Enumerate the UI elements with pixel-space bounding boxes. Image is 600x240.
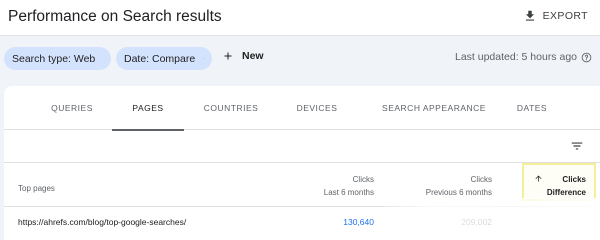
download-icon	[525, 10, 534, 21]
tab-devices[interactable]: DEVICES	[286, 86, 348, 130]
search-type-chip[interactable]: Search type: Web	[4, 47, 111, 70]
date-label: Date: Compare	[124, 52, 196, 65]
last-updated-text: Last updated: 5 hours ago	[454, 51, 577, 63]
column-header-top-pages[interactable]: Top pages	[18, 184, 55, 193]
page-url[interactable]: https://ahrefs.com/blog/top-google-searc…	[18, 217, 186, 227]
column-header-clicks-previous[interactable]: Clicks Previous 6 months	[426, 173, 492, 199]
export-label: EXPORT	[542, 10, 588, 22]
date-chip[interactable]: Date: Compare	[116, 47, 212, 70]
new-filter-label: New	[242, 50, 264, 62]
tab-queries[interactable]: QUERIES	[34, 86, 110, 130]
help-icon[interactable]	[581, 52, 592, 63]
top-bar: Performance on Search results EXPORT	[0, 0, 600, 36]
last-updated: Last updated: 5 hours ago	[455, 51, 592, 63]
results-card: QUERIES PAGES COUNTRIES DEVICES SEARCH A…	[4, 86, 600, 240]
table-row[interactable]: https://ahrefs.com/blog/top-google-searc…	[4, 207, 600, 240]
tab-dates[interactable]: DATES	[504, 86, 560, 130]
tab-bar: QUERIES PAGES COUNTRIES DEVICES SEARCH A…	[4, 86, 600, 131]
column-metric: Clicks	[562, 175, 586, 184]
search-type-label: Search type: Web	[12, 52, 96, 65]
column-metric: Clicks	[470, 175, 492, 184]
column-period: Difference	[546, 188, 586, 197]
page-title: Performance on Search results	[8, 8, 222, 25]
table-toolbar	[4, 130, 600, 163]
arrow-up-icon	[535, 175, 542, 182]
new-filter-button[interactable]: New	[222, 50, 264, 62]
tab-countries[interactable]: COUNTRIES	[194, 86, 268, 130]
column-period: Last 6 months	[323, 188, 374, 197]
table-header: Top pages Clicks Last 6 months Clicks Pr…	[4, 163, 600, 207]
clicks-previous-value: 209,002	[461, 217, 492, 227]
pencil-icon	[203, 58, 204, 59]
plus-icon	[224, 52, 232, 60]
column-header-clicks-difference[interactable]: Clicks Difference	[522, 163, 596, 201]
column-period: Previous 6 months	[425, 188, 492, 197]
column-header-clicks-last[interactable]: Clicks Last 6 months	[324, 173, 374, 199]
column-metric: Clicks	[352, 175, 374, 184]
clicks-current-value: 130,640	[343, 217, 374, 227]
filter-bar: Search type: Web Date: Compare New Last …	[0, 36, 600, 86]
tab-pages[interactable]: PAGES	[112, 86, 184, 131]
filter-icon[interactable]	[570, 139, 584, 153]
tab-search-appearance[interactable]: SEARCH APPEARANCE	[370, 86, 498, 130]
export-button[interactable]: EXPORT	[523, 9, 588, 23]
